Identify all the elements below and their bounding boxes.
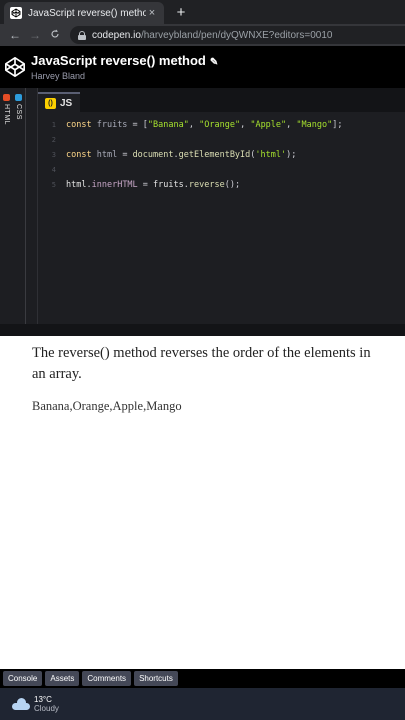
- code-token: ();: [224, 180, 241, 190]
- code-token: ,: [240, 120, 251, 130]
- code-token: html: [66, 180, 87, 190]
- code-token: document: [132, 150, 174, 160]
- result-preview: The reverse() method reverses the order …: [32, 343, 372, 414]
- forward-button[interactable]: →: [26, 28, 44, 42]
- url-path: /harveybland/pen/dyQWNXE?editors=0010: [140, 29, 333, 41]
- back-button[interactable]: ←: [6, 28, 24, 42]
- url-host: codepen.io: [92, 29, 141, 41]
- code-token: const: [66, 150, 97, 160]
- code-token: innerHTML: [91, 180, 138, 190]
- new-tab-button[interactable]: +: [172, 4, 190, 22]
- result-output: Banana,Orange,Apple,Mango: [32, 399, 182, 413]
- code-token: fruits: [96, 120, 128, 130]
- tab-close-icon[interactable]: ×: [146, 7, 158, 19]
- comments-button[interactable]: Comments: [82, 671, 132, 686]
- css-badge-icon: [15, 94, 22, 101]
- code-token: const: [66, 120, 97, 130]
- code-token: "Apple": [250, 120, 287, 130]
- line-number: 1: [51, 121, 56, 129]
- assets-button[interactable]: Assets: [45, 671, 80, 686]
- lock-icon[interactable]: [78, 30, 86, 40]
- browser-tab[interactable]: JavaScript reverse() method ×: [4, 2, 164, 24]
- reload-button[interactable]: [46, 28, 64, 42]
- code-token: reverse: [188, 180, 225, 190]
- console-button[interactable]: Console: [3, 671, 43, 686]
- code-line[interactable]: 5 html. innerHTML = fruits. reverse ();: [38, 178, 405, 192]
- line-number: 2: [51, 136, 56, 144]
- js-editor-pane[interactable]: () JS 1 const fruits = ["Banana", "Orange…: [37, 88, 405, 324]
- editor-resize-bar[interactable]: [0, 324, 405, 336]
- codepen-header: JavaScript reverse() method ✎ Harvey Blan…: [0, 46, 405, 88]
- shortcuts-button[interactable]: Shortcuts: [134, 671, 178, 686]
- code-token: ,: [286, 120, 297, 130]
- code-line[interactable]: 2: [38, 133, 405, 147]
- line-number: 5: [51, 181, 56, 189]
- edit-pencil-icon[interactable]: ✎: [210, 57, 218, 68]
- js-badge-icon: (): [45, 97, 56, 109]
- line-number: 3: [51, 151, 56, 159]
- result-paragraph: The reverse() method reverses the order …: [32, 345, 371, 382]
- code-token: );: [286, 150, 297, 160]
- code-line[interactable]: 3 const html = document. getElementById('h…: [38, 148, 405, 162]
- editor-area: HTML CSS () JS 1 const fruits = ["Banana"…: [0, 88, 405, 336]
- html-badge-icon: [3, 94, 10, 101]
- collapsed-editor-tabs: HTML CSS: [0, 88, 26, 324]
- code-line[interactable]: 4: [38, 163, 405, 177]
- taskbar: 13°C Cloudy: [0, 688, 405, 720]
- code-token: "Banana": [147, 120, 189, 130]
- code-token: = [: [127, 120, 148, 130]
- weather-temperature: 13°C: [34, 695, 52, 704]
- tab-title: JavaScript reverse() method: [28, 7, 146, 19]
- html-editor-tab[interactable]: HTML: [1, 94, 12, 125]
- url-input[interactable]: codepen.io/harveybland/pen/dyQWNXE?edito…: [70, 26, 405, 44]
- js-editor-tabbar: () JS: [38, 88, 405, 112]
- pen-author[interactable]: Harvey Bland: [31, 71, 85, 81]
- address-bar: ← → codepen.io/harveybland/pen/dyQWNXE?e…: [0, 24, 405, 46]
- code-token: 'html': [255, 150, 287, 160]
- browser-tab-strip: JavaScript reverse() method × +: [0, 0, 405, 24]
- codepen-favicon-icon: [10, 7, 22, 19]
- line-number: 4: [51, 166, 56, 174]
- weather-widget[interactable]: 13°C Cloudy: [34, 695, 59, 713]
- code-line[interactable]: 1 const fruits = ["Banana", "Orange", "Ap…: [38, 118, 405, 132]
- pen-title[interactable]: JavaScript reverse() method ✎: [31, 53, 218, 68]
- js-editor-tab[interactable]: () JS: [38, 92, 80, 112]
- css-editor-tab[interactable]: CSS: [13, 94, 24, 120]
- code-token: ];: [332, 120, 343, 130]
- cloud-icon[interactable]: [12, 698, 30, 710]
- code-token: getElementById: [178, 150, 251, 160]
- reload-icon: [51, 29, 59, 38]
- weather-condition: Cloudy: [34, 704, 59, 713]
- code-token: ,: [188, 120, 200, 130]
- code-token: =: [137, 180, 154, 190]
- codepen-footer: Console Assets Comments Shortcuts: [0, 669, 405, 688]
- code-token: fruits: [153, 180, 184, 190]
- code-token: html: [96, 150, 118, 160]
- codepen-logo-icon[interactable]: [4, 56, 26, 78]
- code-token: "Mango": [296, 120, 333, 130]
- code-token: "Orange": [199, 120, 241, 130]
- code-token: =: [117, 150, 133, 160]
